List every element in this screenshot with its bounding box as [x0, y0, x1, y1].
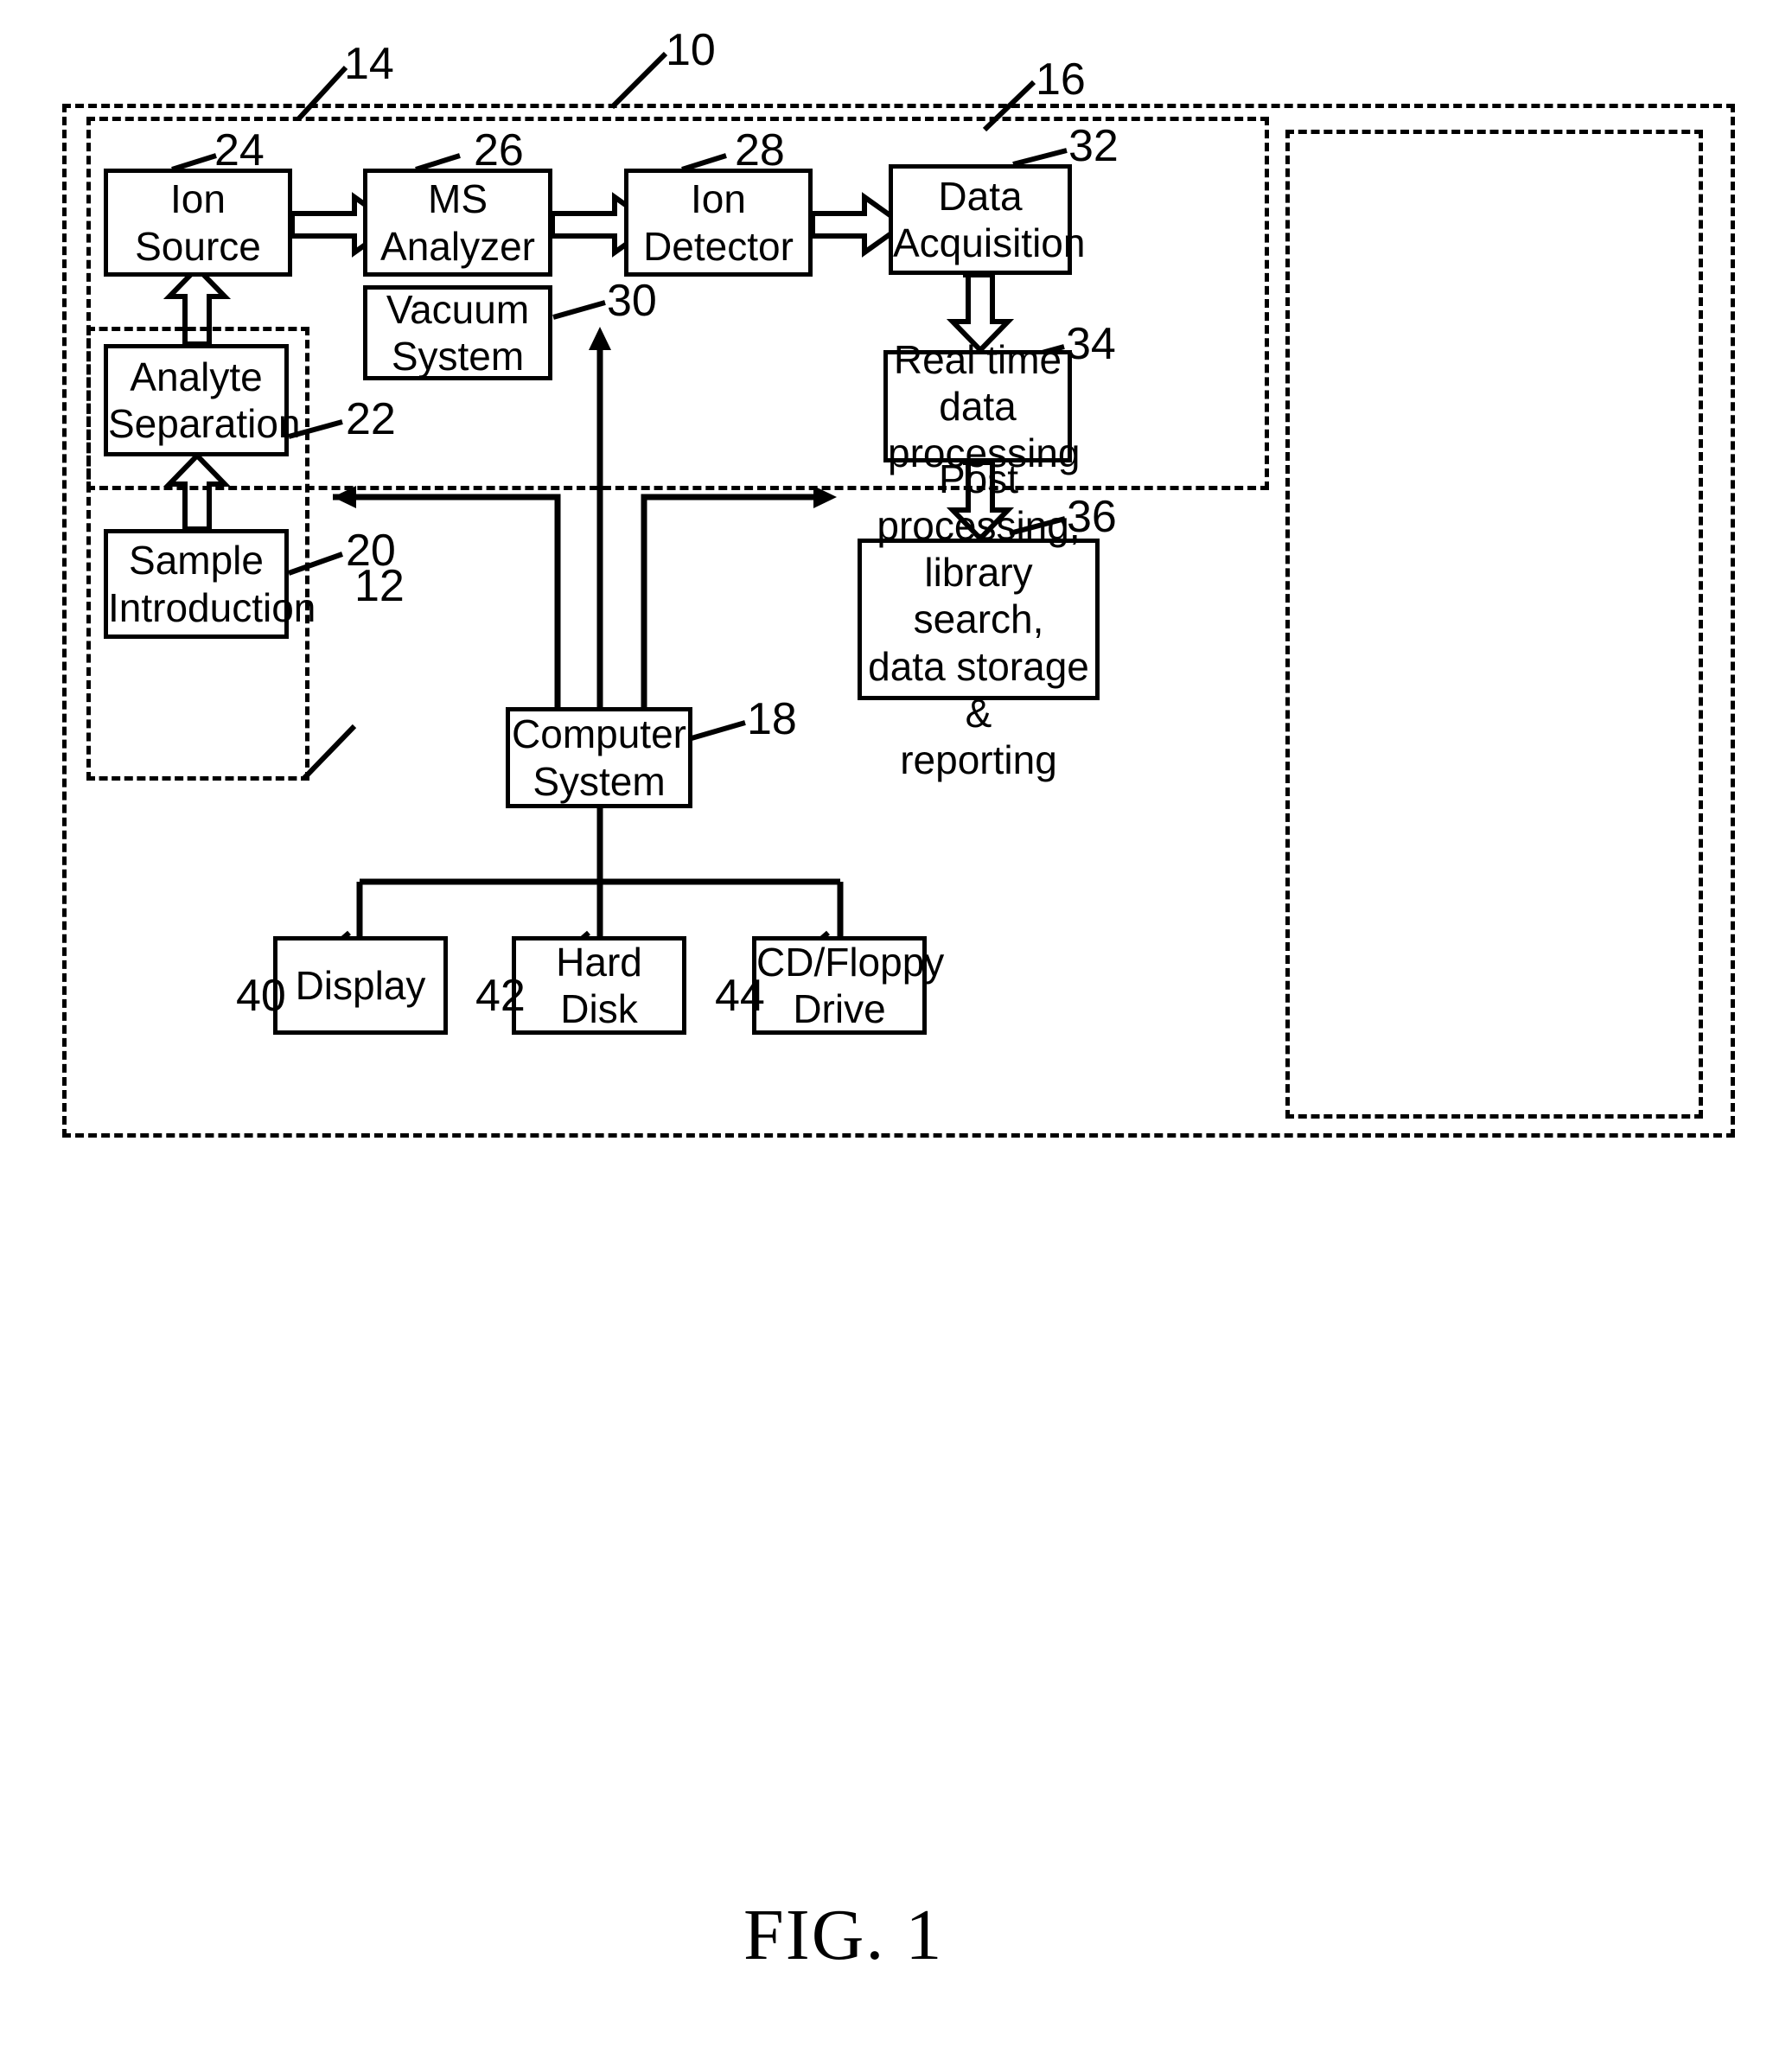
patent-figure-page: Ion Source MS Analyzer Ion Detector Vacu… [0, 0, 1792, 2066]
box-cd-floppy-drive-label: CD/Floppy Drive [751, 939, 944, 1033]
ref-numeral-18: 18 [747, 694, 797, 744]
box-sample-introduction-label: Sample Introduction [103, 537, 316, 631]
box-sample-introduction[interactable]: Sample Introduction [103, 529, 316, 639]
ref-numeral-40: 40 [236, 971, 286, 1021]
real-time-line2: data [939, 383, 1017, 429]
sample-introduction-line1: Sample [129, 538, 264, 583]
ref-numeral-14: 14 [344, 39, 394, 89]
figure-caption: FIG. 1 [743, 1895, 944, 1975]
box-display[interactable]: Display [273, 936, 448, 1035]
box-ion-detector-label: Ion Detector [628, 175, 808, 270]
ms-analyzer-line1: MS [428, 176, 488, 222]
ion-detector-line1: Ion [691, 176, 746, 222]
box-data-acquisition[interactable]: Data Acquisition [888, 164, 1085, 275]
computer-system-line2: System [532, 758, 666, 804]
ref-numeral-28: 28 [735, 125, 785, 175]
vacuum-system-line2: System [391, 334, 525, 379]
real-time-line1: Real time [893, 336, 1062, 382]
sample-introduction-line2: Introduction [108, 584, 316, 630]
box-ion-detector[interactable]: Ion Detector [624, 169, 813, 277]
box-vacuum-system[interactable]: Vacuum System [363, 285, 552, 380]
computer-system-line1: Computer [512, 711, 686, 757]
post-processing-line4: data storage & [868, 643, 1089, 736]
ref-numeral-34: 34 [1066, 319, 1116, 369]
cd-floppy-line1: CD/Floppy [756, 939, 945, 985]
box-post-processing-label: Post processing, library search, data st… [862, 456, 1095, 784]
ref-numeral-30: 30 [607, 276, 657, 326]
ref-numeral-16: 16 [1036, 54, 1086, 105]
box-vacuum-system-label: Vacuum System [367, 286, 548, 380]
post-processing-line1: Post [938, 456, 1019, 501]
box-cd-floppy-drive[interactable]: CD/Floppy Drive [751, 936, 944, 1035]
region-data-system-16 [1285, 130, 1703, 1119]
ref-numeral-36: 36 [1067, 492, 1117, 542]
cd-floppy-line2: Drive [793, 986, 886, 1031]
data-acquisition-line1: Data [938, 173, 1023, 219]
vacuum-system-line1: Vacuum [386, 286, 530, 332]
box-analyte-separation[interactable]: Analyte Separation [103, 344, 301, 456]
box-hard-disk-label: Hard Disk [556, 939, 642, 1031]
ref-numeral-42: 42 [475, 971, 526, 1021]
analyte-separation-line2: Separation [108, 401, 301, 446]
box-ion-source[interactable]: Ion Source [104, 169, 292, 277]
box-display-label: Display [295, 962, 426, 1008]
box-post-processing[interactable]: Post processing, library search, data st… [858, 456, 1100, 782]
post-processing-line5: reporting [900, 737, 1057, 783]
ion-detector-line2: Detector [643, 223, 794, 269]
ms-analyzer-line2: Analyzer [380, 223, 535, 269]
ref-numeral-44: 44 [715, 971, 765, 1021]
ref-numeral-22: 22 [346, 394, 396, 444]
ref-numeral-32: 32 [1068, 121, 1119, 171]
data-acquisition-line2: Acquisition [893, 220, 1086, 265]
box-data-acquisition-label: Data Acquisition [888, 173, 1085, 267]
ref-numeral-10: 10 [666, 25, 716, 75]
box-ion-source-label: Ion Source [135, 176, 261, 269]
post-processing-line3: library search, [913, 550, 1044, 642]
analyte-separation-line1: Analyte [130, 354, 263, 399]
box-ms-analyzer[interactable]: MS Analyzer [363, 169, 552, 277]
box-real-time-data-processing[interactable]: Real time data processing [883, 337, 1080, 475]
box-hard-disk[interactable]: Hard Disk [512, 936, 686, 1035]
ref-numeral-12: 12 [354, 561, 405, 611]
box-computer-system[interactable]: Computer System [506, 707, 692, 808]
ref-numeral-24: 24 [214, 125, 265, 175]
box-ms-analyzer-label: MS Analyzer [367, 175, 548, 270]
box-computer-system-label: Computer System [507, 711, 692, 805]
box-analyte-separation-label: Analyte Separation [103, 354, 301, 448]
ref-numeral-26: 26 [474, 125, 524, 175]
post-processing-line2: processing, [877, 502, 1081, 548]
